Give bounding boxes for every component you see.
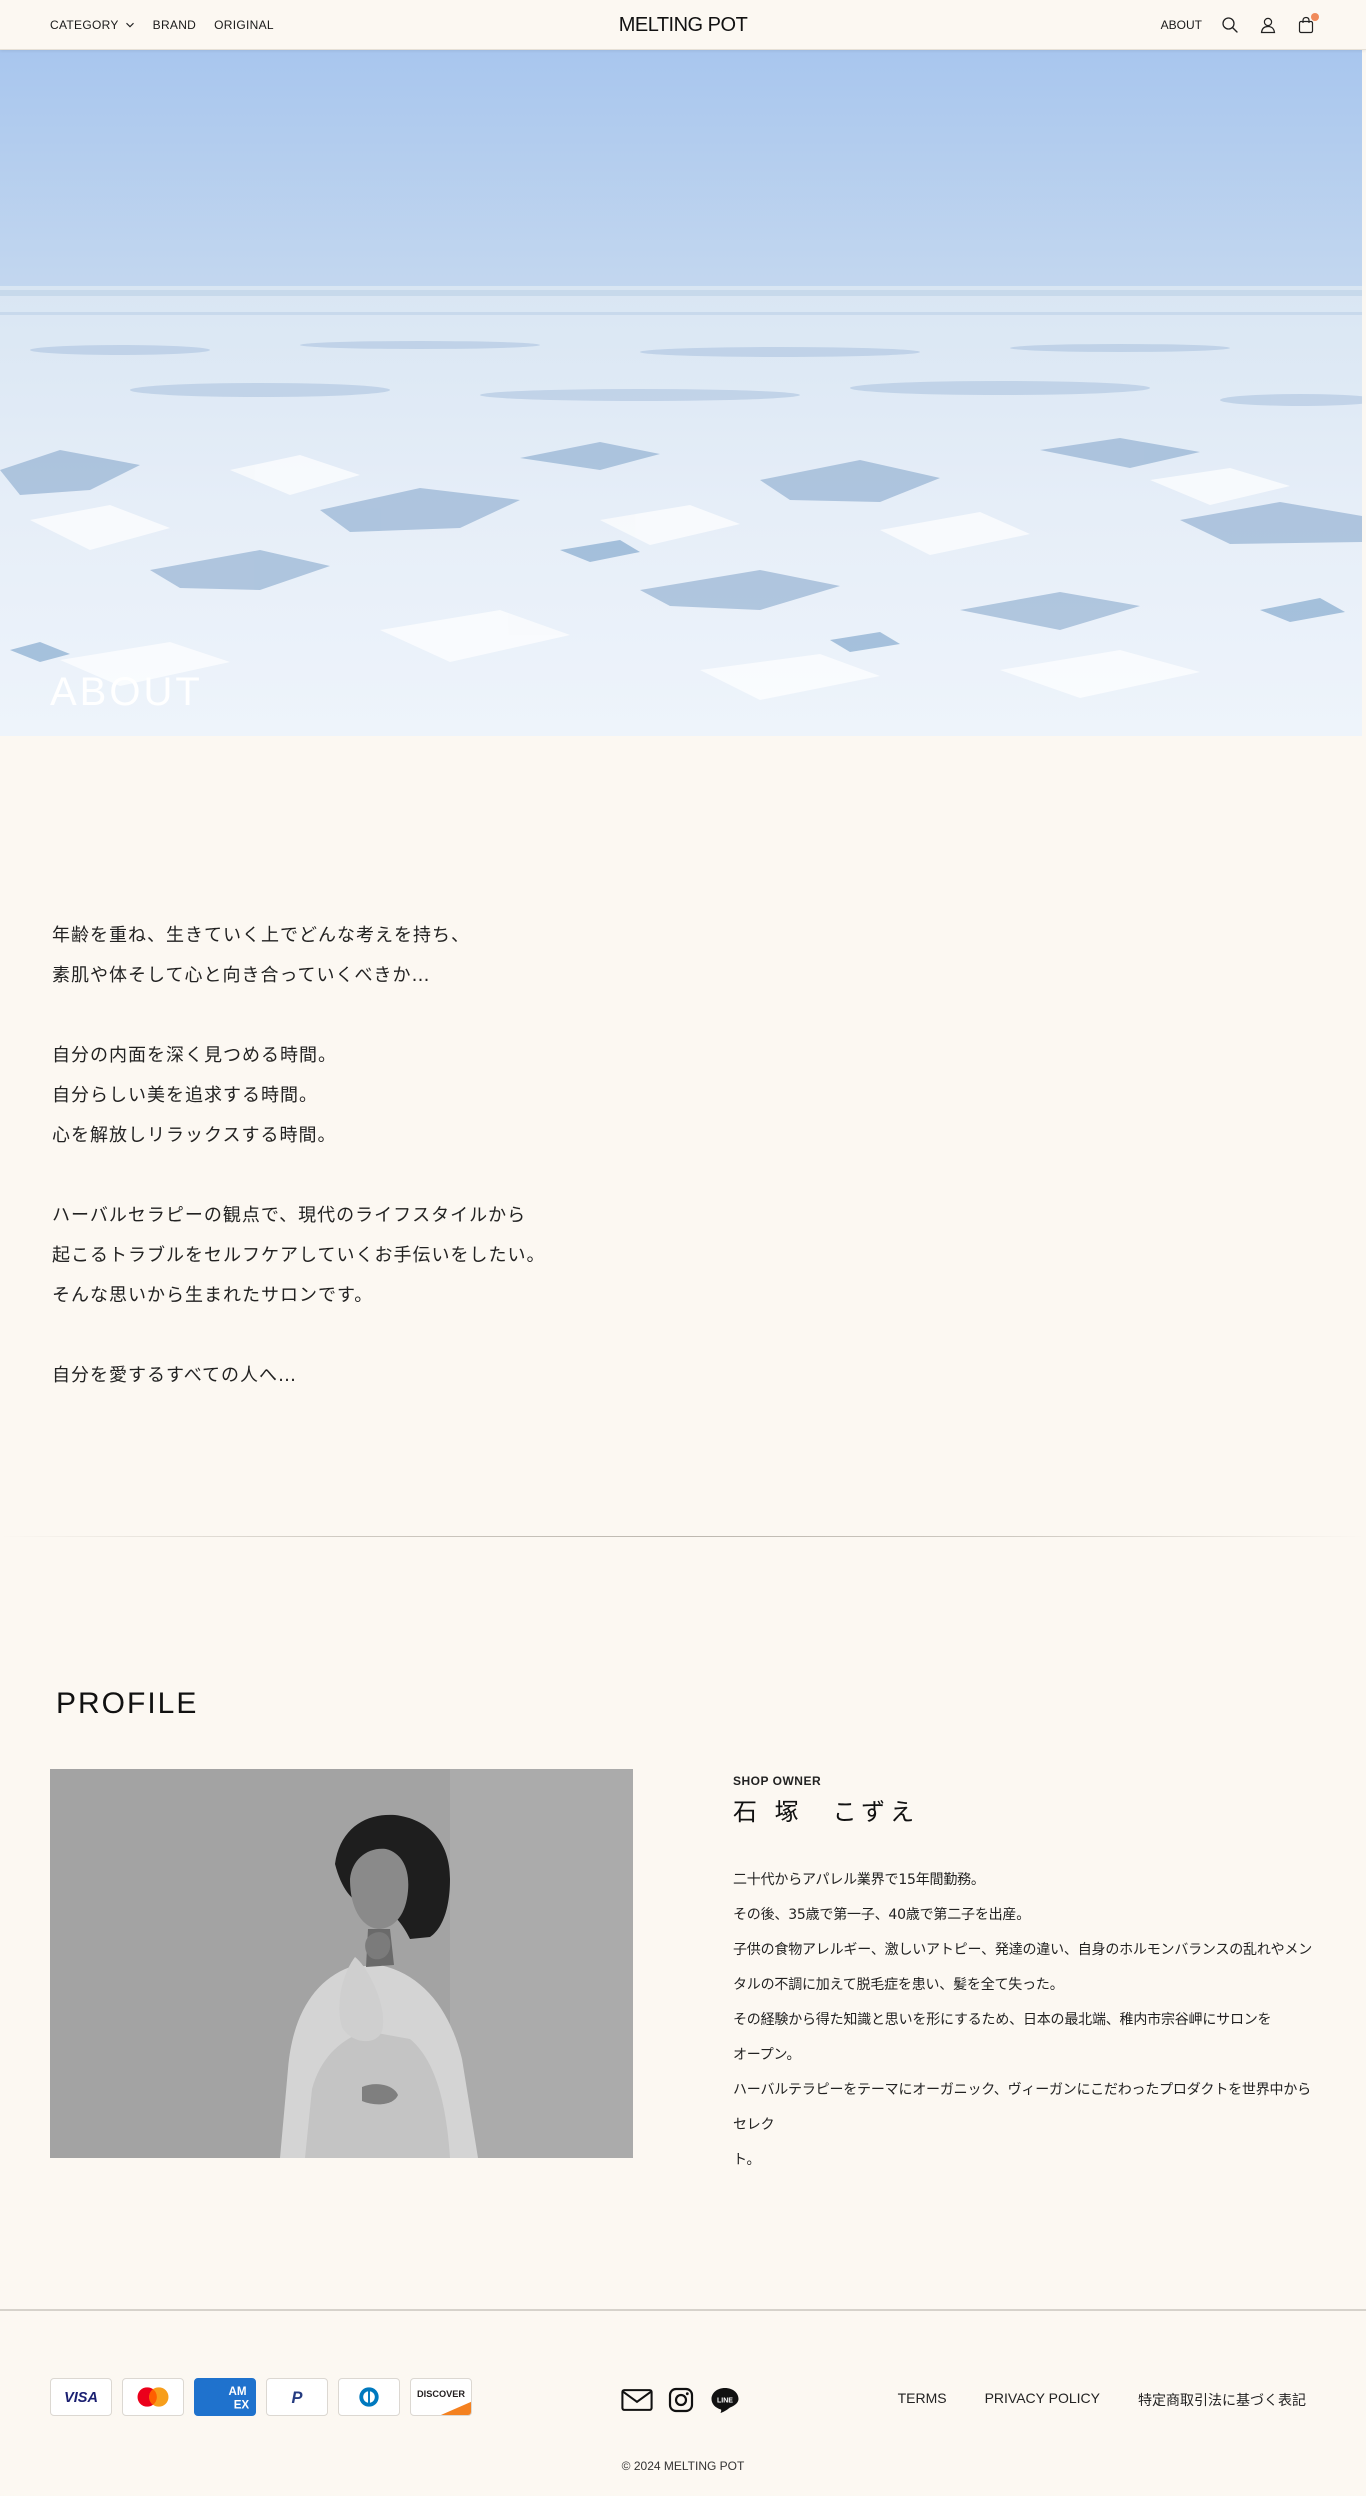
utility-nav: ABOUT [1161,0,1319,50]
commercial-transactions-link[interactable]: 特定商取引法に基づく表記 [1138,2390,1306,2410]
chevron-down-icon [125,22,134,28]
bio-line: その経験から得た知識と思いを形にするため、日本の最北端、稚内市宗谷岬にサロンを [733,2012,1272,2028]
instagram-icon [668,2387,694,2413]
site-header: CATEGORY BRAND ORIGINAL MELTING POT ABOU… [0,0,1366,50]
intro-line: 自分らしい美を追求する時間。 [52,1085,318,1106]
bio-line: ハーバルテラピーをテーマにオーガニック、ヴィーガンにこだわったプロダクトを世界中… [733,2082,1311,2133]
primary-nav: CATEGORY BRAND ORIGINAL [50,0,274,50]
hero-title: ABOUT [50,670,203,714]
footer-links: TERMS PRIVACY POLICY 特定商取引法に基づく表記 [898,2390,1306,2410]
intro-line: ハーバルセラピーの観点で、現代のライフスタイルから [52,1205,527,1226]
owner-portrait-image [50,1769,633,2158]
mail-icon [621,2389,653,2411]
profile-heading: PROFILE [56,1687,199,1720]
discover-label: DISCOVER [417,2389,465,2399]
cart-button[interactable] [1296,13,1319,35]
discover-icon: DISCOVER [410,2378,472,2416]
payment-methods: VISA AM EX P DISCOVER [50,2378,472,2416]
diners-club-icon [338,2378,400,2416]
terms-link[interactable]: TERMS [898,2390,947,2410]
nav-category-label: CATEGORY [50,18,119,32]
owner-photo [50,1769,633,2158]
bio-line: オープン。 [733,2047,801,2063]
intro-line: 年齢を重ね、生きていく上でどんな考えを持ち、 [52,925,470,946]
copyright: © 2024 MELTING POT [621,2459,745,2473]
amex-label-top: AM [229,2385,247,2398]
line-icon: LINE [711,2388,739,2413]
line-icon-label: LINE [717,2398,733,2405]
paypal-icon: P [266,2378,328,2416]
amex-icon: AM EX [194,2378,256,2416]
site-footer: VISA AM EX P DISCOVER LINE TERMS PRIVACY… [0,2309,1366,2496]
account-icon [1260,17,1276,34]
bio-line: 二十代からアパレル業界で15年間勤務。 [733,1872,985,1888]
nav-brand-label: BRAND [152,18,197,32]
nav-original[interactable]: ORIGINAL [214,18,274,32]
intro-line: そんな思いから生まれたサロンです。 [52,1285,374,1306]
nav-original-label: ORIGINAL [214,18,274,32]
amex-label-bottom: EX [234,2399,250,2412]
search-button[interactable] [1220,15,1240,35]
intro-line: 素肌や体そして心と向き合っていくべきか… [52,965,431,986]
nav-about[interactable]: ABOUT [1161,18,1202,32]
visa-label: VISA [64,2390,98,2406]
nav-category[interactable]: CATEGORY [50,18,135,32]
hero-image [0,50,1362,736]
owner-info: SHOP OWNER 石 塚 こずえ 二十代からアパレル業界で15年間勤務。 そ… [733,1774,1323,2178]
privacy-policy-link[interactable]: PRIVACY POLICY [985,2390,1100,2410]
account-button[interactable] [1258,15,1278,35]
visa-icon: VISA [50,2378,112,2416]
intro-line [52,1316,1366,1356]
cart-count-badge [1311,13,1319,21]
intro-line: 自分の内面を深く見つめる時間。 [52,1045,337,1066]
owner-bio: 二十代からアパレル業界で15年間勤務。 その後、35歳で第一子、40歳で第二子を… [733,1863,1323,2178]
paypal-label: P [292,2389,303,2407]
intro-line [52,996,1366,1036]
search-icon [1222,17,1238,33]
social-links: LINE [621,2386,741,2414]
about-intro: 年齢を重ね、生きていく上でどんな考えを持ち、 素肌や体そして心と向き合っていくべ… [0,736,1366,1536]
intro-line [52,1156,1366,1196]
bio-line: 子供の食物アレルギー、激しいアトピー、発達の違い、自身のホルモンバランスの乱れや… [733,1942,1313,1958]
bio-line: その後、35歳で第一子、40歳で第二子を出産。 [733,1907,1031,1923]
bio-line: ト。 [733,2152,761,2168]
instagram-link[interactable] [665,2386,697,2414]
intro-line: 起こるトラブルをセルフケアしていくお手伝いをしたい。 [52,1245,546,1266]
mastercard-icon [122,2378,184,2416]
bio-line: タルの不調に加えて脱毛症を患い、髪を全て失った。 [733,1977,1064,1993]
owner-label: SHOP OWNER [733,1774,822,1788]
nav-brand[interactable]: BRAND [153,18,197,32]
owner-name: 石 塚 こずえ [733,1798,920,1826]
hero-banner: ABOUT [0,50,1362,736]
intro-line: 自分を愛するすべての人へ… [52,1365,298,1386]
profile-section: PROFILE SHOP OWNER 石 塚 こずえ 二十代からアパレル業界で1… [0,1537,1366,2309]
mail-link[interactable] [621,2386,653,2414]
site-logo[interactable]: MELTING POT [619,0,748,50]
intro-line: 心を解放しリラックスする時間。 [52,1125,337,1146]
line-link[interactable]: LINE [709,2386,741,2414]
